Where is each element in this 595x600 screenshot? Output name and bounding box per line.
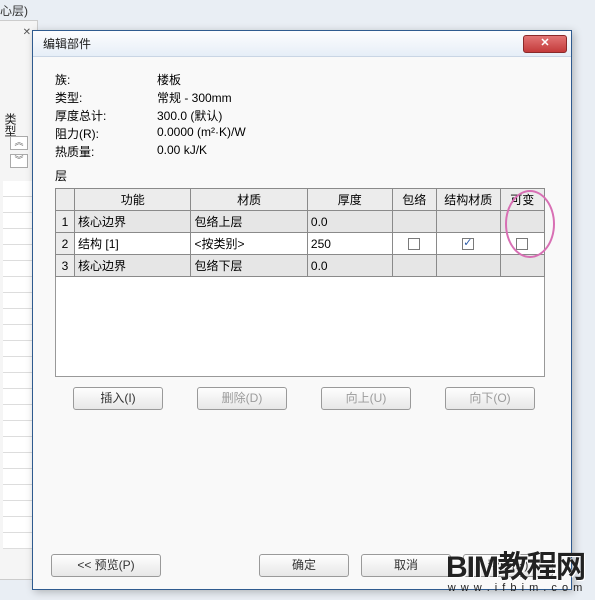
col-header: 厚度 bbox=[307, 189, 392, 211]
background-tab-text: 心层) bbox=[0, 2, 28, 19]
side-tab-label[interactable]: 类型 bbox=[2, 113, 19, 137]
col-header: 可变 bbox=[500, 189, 544, 211]
mass-value: 0.00 kJ/K bbox=[157, 143, 207, 161]
col-header: 包络 bbox=[392, 189, 436, 211]
col-header: 功能 bbox=[75, 189, 191, 211]
edit-assembly-dialog: 编辑部件 ✕ 族:楼板 类型:常规 - 300mm 厚度总计:300.0 (默认… bbox=[32, 30, 572, 590]
titlebar: 编辑部件 ✕ bbox=[33, 31, 571, 57]
move-down-button[interactable]: 向下(O) bbox=[445, 387, 535, 410]
table-empty-area bbox=[55, 277, 545, 377]
table-row[interactable]: 1核心边界包络上层0.0 bbox=[56, 211, 545, 233]
mass-label: 热质量: bbox=[55, 143, 157, 161]
scroll-down-icon[interactable]: ︾ bbox=[10, 154, 28, 168]
move-up-button[interactable]: 向上(U) bbox=[321, 387, 411, 410]
cancel-button[interactable]: 取消 bbox=[361, 554, 451, 577]
struct-checkbox[interactable] bbox=[462, 238, 474, 250]
delete-button[interactable]: 删除(D) bbox=[197, 387, 287, 410]
thickness-label: 厚度总计: bbox=[55, 107, 157, 125]
panel-close-icon[interactable]: ✕ bbox=[23, 27, 31, 38]
var-checkbox[interactable] bbox=[516, 238, 528, 250]
family-value: 楼板 bbox=[157, 71, 181, 89]
ok-button[interactable]: 确定 bbox=[259, 554, 349, 577]
type-value: 常规 - 300mm bbox=[157, 89, 232, 107]
table-row[interactable]: 3核心边界包络下层0.0 bbox=[56, 255, 545, 277]
resistance-value: 0.0000 (m²·K)/W bbox=[157, 125, 246, 143]
col-header bbox=[56, 189, 75, 211]
background-list bbox=[3, 181, 35, 549]
col-header: 材质 bbox=[191, 189, 307, 211]
table-row[interactable]: 2结构 [1]<按类别>250 bbox=[56, 233, 545, 255]
family-label: 族: bbox=[55, 71, 157, 89]
help-button[interactable]: 帮助(H) bbox=[463, 554, 553, 577]
close-button[interactable]: ✕ bbox=[523, 35, 567, 53]
thickness-value: 300.0 (默认) bbox=[157, 107, 222, 125]
preview-button[interactable]: << 预览(P) bbox=[51, 554, 161, 577]
resistance-label: 阻力(R): bbox=[55, 125, 157, 143]
wrap-checkbox[interactable] bbox=[408, 238, 420, 250]
insert-button[interactable]: 插入(I) bbox=[73, 387, 163, 410]
layers-section-label: 层 bbox=[55, 167, 553, 184]
col-header: 结构材质 bbox=[437, 189, 501, 211]
layers-table[interactable]: 功能材质厚度包络结构材质可变 1核心边界包络上层0.02结构 [1]<按类别>2… bbox=[55, 188, 545, 277]
scroll-up-icon[interactable]: ︽ bbox=[10, 136, 28, 150]
type-label: 类型: bbox=[55, 89, 157, 107]
dialog-title: 编辑部件 bbox=[43, 35, 523, 52]
